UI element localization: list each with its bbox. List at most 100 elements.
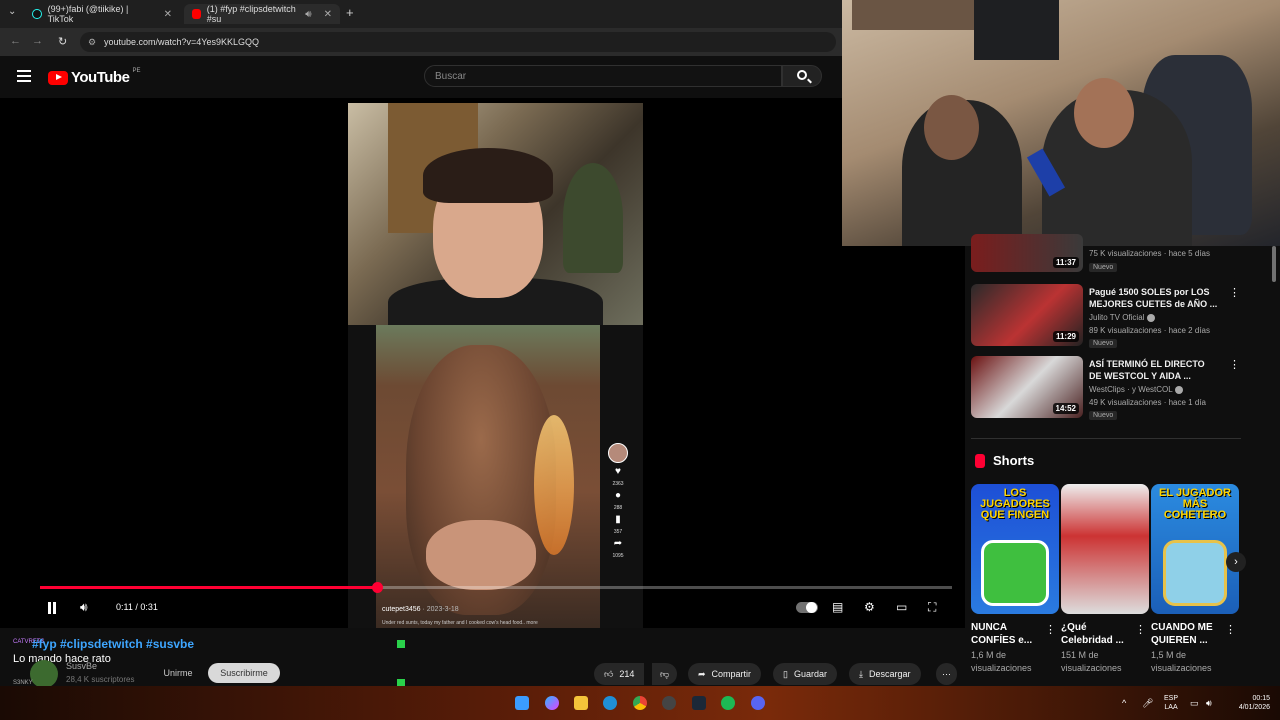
channel-avatar[interactable] <box>30 660 58 688</box>
save-button[interactable]: ▯ Guardar <box>773 663 837 685</box>
url-field[interactable]: ⚙ youtube.com/watch?v=4Yes9KKLGQQ <box>80 32 836 52</box>
obs-icon[interactable] <box>662 696 676 710</box>
progress-fill <box>40 586 378 589</box>
recommended-video[interactable]: 14:52 ASÍ TERMINÓ EL DIRECTO DE WESTCOL … <box>971 356 1241 420</box>
thumbs-up-icon: 👍︎ <box>604 668 614 679</box>
back-icon[interactable]: ← <box>10 35 21 47</box>
bookmark-icon: ▮ <box>615 514 621 525</box>
youtube-icon <box>192 9 201 19</box>
discord-icon[interactable] <box>751 696 765 710</box>
tiktok-clip: ♥ 2363 ● 288 ▮ 357 ➦ 1095 cutepet3456 · … <box>348 325 643 628</box>
mic-icon[interactable]: 🎤︎ <box>1142 698 1153 709</box>
edge-icon[interactable] <box>603 696 617 710</box>
shorts-next-button[interactable]: › <box>1226 552 1246 572</box>
close-tab-icon[interactable]: ✕ <box>324 9 332 20</box>
menu-icon[interactable] <box>17 70 31 82</box>
short-thumbnail[interactable] <box>1061 484 1149 614</box>
video-thumbnail[interactable]: 14:52 <box>971 356 1083 418</box>
windows-start-icon[interactable] <box>515 696 529 710</box>
youtube-play-icon <box>48 70 68 85</box>
spotify-icon[interactable] <box>721 696 735 710</box>
search-button[interactable] <box>782 65 822 87</box>
verified-icon <box>1146 313 1155 322</box>
short-info[interactable]: NUNCA CONFÍES e... 1,6 M de visualizacio… <box>971 621 1059 675</box>
tab-search-icon[interactable]: ⌄ <box>8 6 16 17</box>
recommended-video[interactable]: 11:29 Pagué 1500 SOLES por LOS MEJORES C… <box>971 284 1241 348</box>
autoplay-toggle[interactable] <box>796 602 818 613</box>
heart-icon: ♥ <box>615 466 621 477</box>
url-text: youtube.com/watch?v=4Yes9KKLGQQ <box>104 37 260 47</box>
streamer-webcam <box>348 103 643 325</box>
pause-button[interactable] <box>47 602 57 614</box>
volume-icon[interactable]: 🔊︎ <box>80 600 88 615</box>
steam-icon[interactable] <box>692 696 706 710</box>
keyboard-language[interactable]: ESP LAA <box>1164 694 1178 712</box>
clock[interactable]: 00:15 4/01/2026 <box>1226 694 1270 712</box>
share-icon: ➦ <box>698 668 706 679</box>
dislike-button[interactable]: 👎︎ <box>652 663 678 685</box>
join-button[interactable]: Unirme <box>150 663 206 683</box>
forward-icon[interactable]: → <box>32 35 43 47</box>
bookmark-icon: ▯ <box>783 668 788 679</box>
subtitles-icon[interactable]: ▤ <box>832 600 843 614</box>
taskbar: ^ 🎤︎ ESP LAA ▭ 🔊︎ 00:15 4/01/2026 <box>0 686 1280 720</box>
comment-count: 288 <box>613 505 623 511</box>
thumbs-down-icon: 👎︎ <box>660 668 670 679</box>
short-thumbnail[interactable]: LOS JUGADORES QUE FINGEN <box>971 484 1059 614</box>
scrollbar[interactable] <box>1272 246 1276 282</box>
progress-bar[interactable] <box>40 582 952 593</box>
settings-icon[interactable]: ⚙ <box>864 600 875 614</box>
short-info[interactable]: ¿Qué Celebridad ... 151 M de visualizaci… <box>1061 621 1149 675</box>
more-options-icon[interactable]: ⋮ <box>1135 623 1146 636</box>
shorts-header: Shorts <box>975 453 1034 468</box>
copilot-icon[interactable] <box>545 696 559 710</box>
more-actions-button[interactable]: ⋯ <box>936 663 957 685</box>
tab-youtube[interactable]: (1) #fyp #clipsdetwitch #su 🔊︎ ✕ <box>184 4 340 24</box>
subscriber-count: 28,4 K suscriptores <box>66 675 135 684</box>
download-button[interactable]: ⤓ Descargar <box>849 663 921 685</box>
reload-icon[interactable]: ↻ <box>58 35 67 48</box>
tiktok-avatar <box>608 443 628 463</box>
network-icon[interactable]: ▭ <box>1190 698 1199 709</box>
tiktok-caption: Under red sunts, today my father and I c… <box>382 620 538 626</box>
youtube-logo[interactable]: YouTube PE <box>48 68 140 86</box>
more-icon: ⋯ <box>942 668 951 679</box>
speaker-icon[interactable]: 🔊︎ <box>305 9 311 20</box>
fullscreen-icon[interactable]: ⛶ <box>928 600 936 615</box>
download-icon: ⤓ <box>859 668 863 679</box>
close-tab-icon[interactable]: ✕ <box>164 9 172 20</box>
more-options-icon[interactable]: ⋮ <box>1225 623 1236 636</box>
video-thumbnail[interactable]: 11:29 <box>971 284 1083 346</box>
video-tags[interactable]: #fyp #clipsdetwitch #susvbe <box>32 637 194 651</box>
like-button[interactable]: 👍︎ 214 <box>594 663 645 685</box>
video-thumbnail[interactable]: 11:37 <box>971 234 1083 272</box>
search-icon <box>797 70 807 80</box>
more-options-icon[interactable]: ⋮ <box>1045 623 1056 636</box>
chrome-icon[interactable] <box>633 696 647 710</box>
file-explorer-icon[interactable] <box>574 696 588 710</box>
theater-mode-icon[interactable]: ▭ <box>896 600 907 614</box>
short-info[interactable]: CUANDO ME QUIEREN ... 1,5 M de visualiza… <box>1151 621 1239 675</box>
subscribe-button[interactable]: Suscribirme <box>208 663 280 683</box>
shorts-icon <box>975 453 985 468</box>
player-controls: 🔊︎ 0:11 / 0:31 ▤ ⚙ ▭ ⛶ <box>40 598 952 618</box>
video-player[interactable]: ♥ 2363 ● 288 ▮ 357 ➦ 1095 cutepet3456 · … <box>0 98 965 628</box>
short-thumbnail[interactable]: EL JUGADOR MÁS COHETERO <box>1151 484 1239 614</box>
tab-label: (1) #fyp #clipsdetwitch #su <box>206 4 296 24</box>
volume-icon[interactable]: 🔊︎ <box>1206 698 1212 709</box>
share-button[interactable]: ➦ Compartir <box>688 663 762 685</box>
tray-chevron-icon[interactable]: ^ <box>1122 698 1126 708</box>
like-count: 2363 <box>612 481 624 487</box>
more-options-icon[interactable]: ⋮ <box>1229 358 1240 371</box>
divider <box>971 438 1241 439</box>
share-icon: ➦ <box>613 538 623 549</box>
tab-tiktok[interactable]: (99+)fabi (@tiikike) | TikTok ✕ <box>24 4 180 24</box>
new-tab-button[interactable]: + <box>346 5 354 20</box>
streamer-webcam-overlay <box>842 0 1280 246</box>
more-options-icon[interactable]: ⋮ <box>1229 286 1240 299</box>
channel-name[interactable]: SusvBe <box>66 661 97 671</box>
share-count: 1095 <box>612 553 624 559</box>
search-input[interactable]: Buscar <box>424 65 782 87</box>
site-info-icon[interactable]: ⚙ <box>88 37 96 48</box>
video-info: CATVRETS #fyp #clipsdetwitch #susvbe Lo … <box>0 628 965 704</box>
